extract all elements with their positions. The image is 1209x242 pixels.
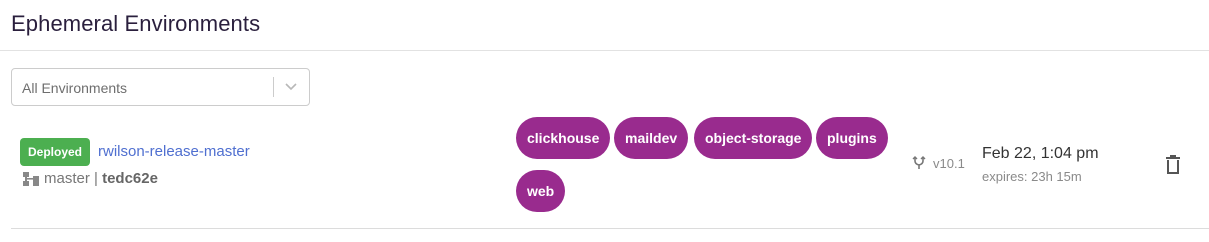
environment-name-link[interactable]: rwilson-release-master: [98, 143, 250, 160]
service-tag: object-storage: [694, 117, 813, 159]
created-date: Feb 22, 1:04 pm: [982, 145, 1099, 162]
service-tag: clickhouse: [516, 117, 611, 159]
commit-hash: tedc62e: [102, 170, 158, 187]
status-badge: Deployed: [20, 138, 91, 166]
page-header: Ephemeral Environments: [0, 0, 1209, 51]
version-label: v10.1: [933, 156, 965, 171]
git-merge-icon: [912, 156, 926, 169]
environment-filter-value: All Environments: [22, 80, 128, 96]
branch-commit-info: master | tedc62e: [44, 170, 158, 187]
page-title: Ephemeral Environments: [11, 11, 261, 36]
chevron-down-icon[interactable]: [283, 80, 299, 94]
service-tag: maildev: [614, 117, 689, 159]
trash-icon[interactable]: [1162, 154, 1184, 176]
service-tag: plugins: [816, 117, 888, 159]
environment-filter-select[interactable]: All Environments: [11, 68, 310, 106]
environment-row: Deployed rwilson-release-master master |…: [11, 113, 1209, 229]
expires-label: expires: 23h 15m: [982, 169, 1082, 184]
service-tag: web: [516, 170, 566, 212]
branch-tree-icon: [23, 172, 39, 186]
branch-commit-separator: |: [94, 170, 98, 187]
select-separator: [273, 77, 274, 97]
branch-name: master: [44, 170, 90, 187]
